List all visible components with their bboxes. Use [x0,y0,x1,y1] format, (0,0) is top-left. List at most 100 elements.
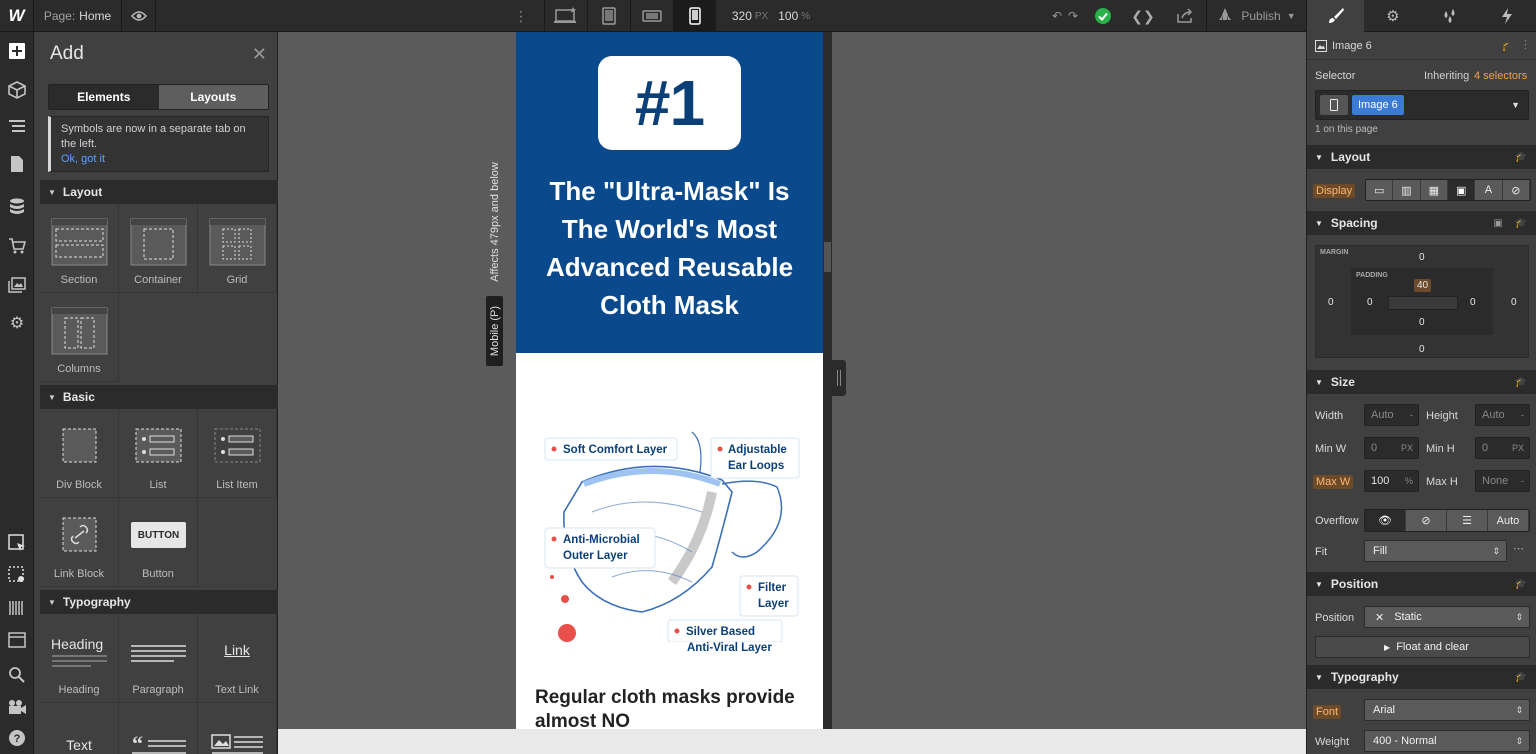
overflow-hidden-icon[interactable]: ⊘ [1406,510,1447,531]
education-cap-icon[interactable]: 🎓 [1515,579,1527,590]
selector-field[interactable]: Image 6 ▼ [1315,90,1529,120]
frame-scrollbar[interactable] [823,32,832,729]
select-element-icon[interactable] [0,528,34,558]
tablet-breakpoint-icon[interactable] [587,0,630,32]
element-columns[interactable]: Columns [40,293,119,382]
video-tutorials-icon[interactable] [0,692,34,722]
ecommerce-cart-icon[interactable] [0,231,34,261]
search-icon[interactable] [0,660,34,690]
section-header-position[interactable]: ▼ Position 🎓 [1307,572,1536,596]
max-width-label[interactable]: Max W [1313,475,1354,489]
element-rich-text[interactable] [198,703,277,754]
section-header-layout[interactable]: ▼ Layout 🎓 [1307,145,1536,169]
element-section[interactable]: Section [40,204,119,293]
hero-section[interactable]: #1 The "Ultra-Mask" Is The World's Most … [516,32,823,353]
page-selector[interactable]: Page: Home [34,0,122,32]
section-header-typography[interactable]: ▼ Typography [40,590,278,614]
save-status-icon[interactable] [1086,0,1120,32]
navigator-icon[interactable] [0,112,34,142]
style-brush-icon[interactable] [1307,0,1365,32]
padding-box[interactable]: PADDING 40 0 0 0 [1351,268,1493,335]
element-blockquote[interactable]: “ [119,703,198,754]
element-paragraph[interactable]: Paragraph [119,614,198,703]
more-vertical-icon[interactable]: ⋮ [1520,38,1531,51]
display-flex-icon[interactable]: ▥ [1393,180,1421,200]
redo-icon[interactable]: ↷ [1056,0,1090,32]
min-height-input[interactable]: 0 PX [1475,437,1530,459]
mobile-portrait-icon[interactable] [673,0,716,32]
padding-top[interactable]: 40 [1414,279,1432,292]
preview-eye-icon[interactable] [122,0,156,32]
show-edges-icon[interactable] [0,560,34,590]
element-text[interactable]: Text [40,703,119,754]
max-height-input[interactable]: None - [1475,470,1530,492]
education-cap-icon[interactable]: 🎓 [1501,39,1515,52]
padding-bottom[interactable]: 0 [1419,317,1425,328]
element-grid[interactable]: Grid [198,204,277,293]
element-list-item[interactable]: List Item [198,409,277,498]
assets-images-icon[interactable] [0,270,34,300]
education-cap-icon[interactable]: 🎓 [1515,377,1527,388]
margin-box[interactable]: MARGIN 0 0 0 0 PADDING 40 0 0 0 [1315,245,1529,358]
share-icon[interactable] [1168,0,1202,32]
font-label[interactable]: Font [1313,705,1342,719]
element-list[interactable]: List [119,409,198,498]
height-input[interactable]: Auto - [1475,404,1530,426]
display-label[interactable]: Display [1313,184,1356,198]
more-options-icon[interactable]: ⋯ [1513,542,1524,555]
weight-select[interactable]: 400 - Normal ⇕ [1364,730,1530,752]
education-cap-icon[interactable]: 🎓 [1515,672,1527,683]
breakpoint-name-tab[interactable]: Mobile (P) [486,296,503,366]
display-inline-icon[interactable]: A [1475,180,1503,200]
section-header-size[interactable]: ▼ Size 🎓 [1307,370,1536,394]
education-cap-icon[interactable]: 🎓 [1515,218,1527,229]
margin-top[interactable]: 0 [1419,252,1425,263]
code-export-icon[interactable]: ❮❯ [1126,0,1160,32]
spacing-presets-icon[interactable]: ▣ [1494,218,1503,229]
inheriting-selectors-link[interactable]: 4 selectors [1474,70,1527,82]
min-width-input[interactable]: 0 PX [1364,437,1419,459]
padding-right[interactable]: 0 [1470,297,1476,308]
overflow-visible-eye-icon[interactable]: 👁 [1365,510,1406,531]
font-select[interactable]: Arial ⇕ [1364,699,1530,721]
element-heading[interactable]: Heading Heading [40,614,119,703]
element-container[interactable]: Container [119,204,198,293]
position-select[interactable]: ✕ Static ⇕ [1364,606,1530,628]
tab-layouts[interactable]: Layouts [158,85,268,109]
chevron-down-icon[interactable]: ▼ [1511,100,1520,110]
margin-left[interactable]: 0 [1328,297,1334,308]
page-preview-frame[interactable]: #1 The "Ultra-Mask" Is The World's Most … [516,32,823,729]
element-button[interactable]: BUTTON Button [119,498,198,587]
overflow-scroll-icon[interactable]: ☰ [1447,510,1488,531]
cms-database-icon[interactable] [0,192,34,222]
display-grid-icon[interactable]: ▦ [1420,180,1448,200]
margin-bottom[interactable]: 0 [1419,344,1425,355]
element-link-block[interactable]: Link Block [40,498,119,587]
margin-right[interactable]: 0 [1511,297,1517,308]
desktop-breakpoint-icon[interactable] [544,0,587,32]
pages-icon[interactable] [0,149,34,179]
padding-left[interactable]: 0 [1367,297,1373,308]
display-none-icon[interactable]: ⊘ [1502,180,1530,200]
lightning-icon[interactable] [1479,0,1536,32]
preview-layout-icon[interactable] [0,626,34,656]
hero-heading[interactable]: The "Ultra-Mask" Is The World's Most Adv… [526,172,813,324]
mobile-state-icon[interactable] [1320,95,1348,115]
section-header-basic[interactable]: ▼ Basic [40,385,278,409]
selector-chip[interactable]: Image 6 [1352,95,1404,115]
publish-button[interactable]: Publish ▼ [1206,0,1306,32]
width-input[interactable]: Auto - [1364,404,1419,426]
display-block-icon[interactable]: ▭ [1366,180,1394,200]
frame-resize-handle[interactable] [832,360,846,396]
mask-diagram-image[interactable]: Soft Comfort Layer Adjustable Ear Loops … [542,402,802,642]
section-header-spacing[interactable]: ▼ Spacing ▣ 🎓 [1307,211,1536,235]
float-and-clear-toggle[interactable]: ▶ Float and clear [1315,636,1530,658]
help-icon[interactable]: ? [0,723,34,753]
more-breakpoints-icon[interactable]: ⋮ [508,0,534,32]
body-paragraph[interactable]: Regular cloth masks provide almost NO [535,686,805,729]
rank-badge[interactable]: #1 [598,56,741,150]
project-settings-gear-icon[interactable]: ⚙ [0,308,34,338]
display-inline-block-icon[interactable]: ▣ [1447,180,1476,200]
settings-gear-icon[interactable]: ⚙ [1364,0,1421,32]
webflow-logo[interactable]: W [0,0,34,32]
